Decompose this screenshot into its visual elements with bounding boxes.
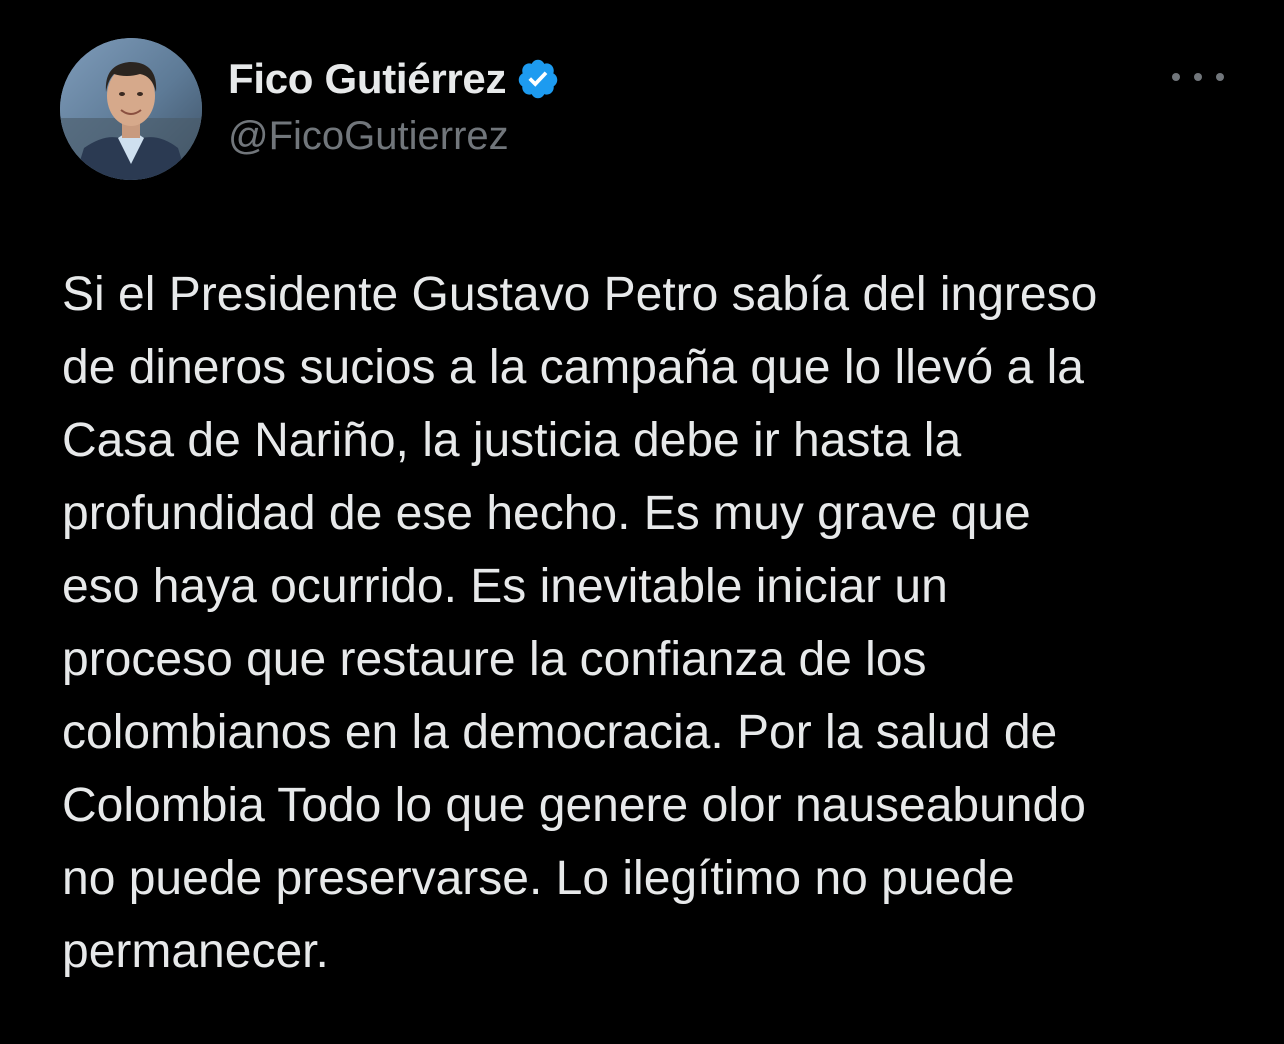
- tweet-text-line: Colombia Todo lo que genere olor nauseab…: [62, 779, 1086, 832]
- tweet-text-line: no puede preservarse. Lo ilegítimo no pu…: [62, 852, 1015, 905]
- tweet-text: Si el Presidente Gustavo Petro sabía del…: [62, 258, 1242, 988]
- tweet-text-line: Casa de Nariño, la justicia debe ir hast…: [62, 414, 962, 467]
- more-dot: [1172, 73, 1180, 81]
- tweet-card: Fico Gutiérrez @FicoGutierrez Si el Pres…: [0, 0, 1284, 1044]
- author-name-row: Fico Gutiérrez: [228, 52, 560, 106]
- more-dot: [1194, 73, 1202, 81]
- tweet-text-line: permanecer.: [62, 925, 329, 978]
- verified-badge-icon: [516, 57, 560, 101]
- tweet-text-line: profundidad de ese hecho. Es muy grave q…: [62, 487, 1031, 540]
- avatar[interactable]: [60, 38, 202, 180]
- avatar-photo: [60, 38, 202, 180]
- author-handle[interactable]: @FicoGutierrez: [228, 114, 509, 159]
- tweet-text-line: proceso que restaure la confianza de los: [62, 633, 927, 686]
- tweet-text-line: de dineros sucios a la campaña que lo ll…: [62, 341, 1084, 394]
- tweet-text-line: colombianos en la democracia. Por la sal…: [62, 706, 1058, 759]
- tweet-text-line: Si el Presidente Gustavo Petro sabía del…: [62, 268, 1098, 321]
- author-display-name[interactable]: Fico Gutiérrez: [228, 55, 507, 103]
- more-dot: [1216, 73, 1224, 81]
- more-options-icon[interactable]: [1172, 62, 1224, 92]
- tweet-text-line: eso haya ocurrido. Es inevitable iniciar…: [62, 560, 948, 613]
